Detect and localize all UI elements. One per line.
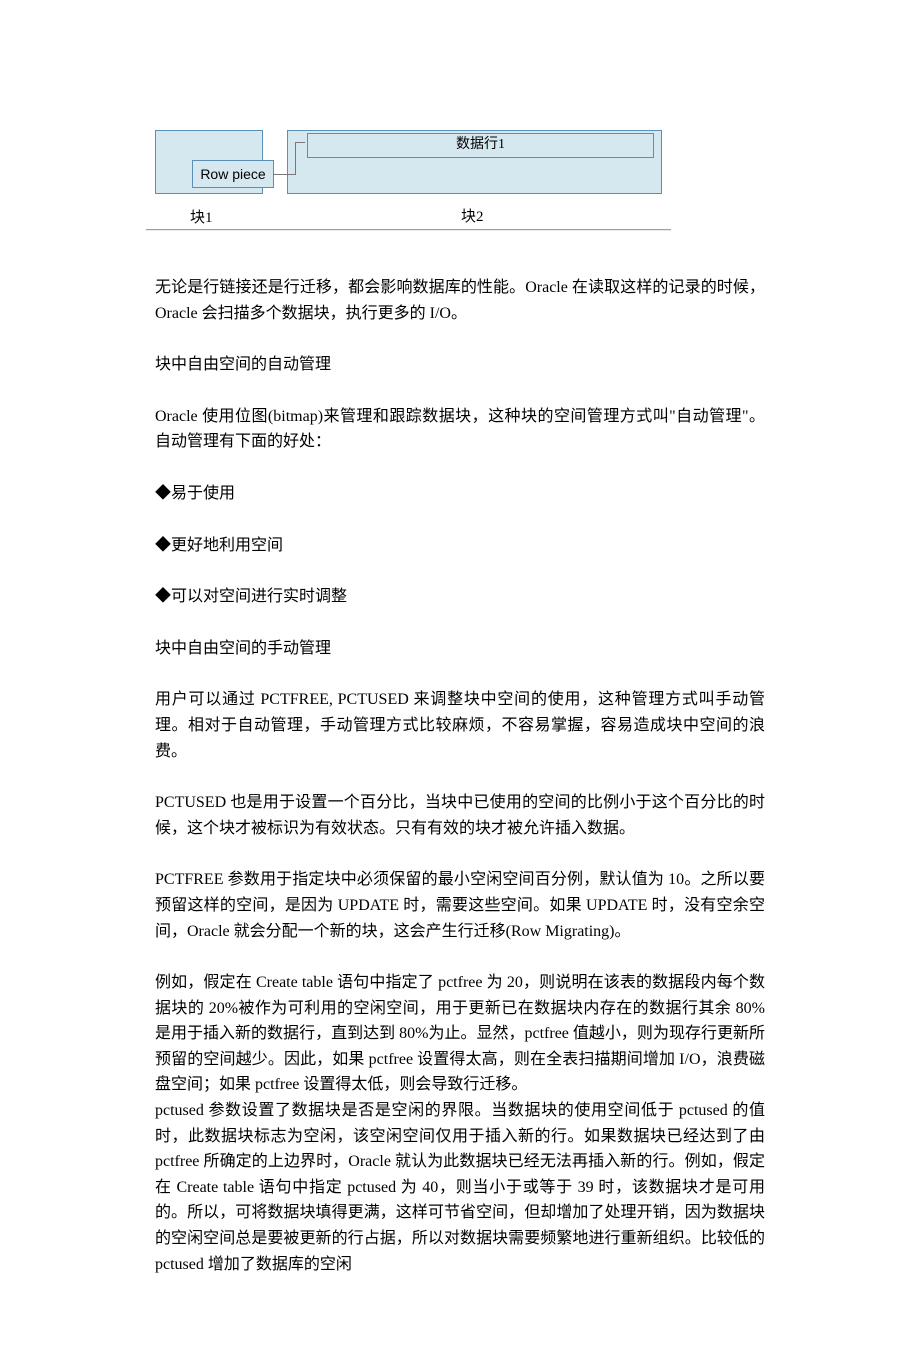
arrow-segment bbox=[295, 142, 305, 143]
bullet-item: ◆可以对空间进行实时调整 bbox=[155, 584, 765, 610]
data-row-box: 数据行1 bbox=[307, 133, 654, 158]
diagram-divider bbox=[146, 229, 671, 230]
arrow-segment bbox=[273, 174, 295, 175]
paragraph: pctused 参数设置了数据块是否是空闲的界限。当数据块的使用空间低于 pct… bbox=[155, 1098, 765, 1277]
arrow-segment bbox=[295, 142, 296, 175]
block1-label: 块1 bbox=[190, 206, 213, 230]
paragraph: 例如，假定在 Create table 语句中指定了 pctfree 为 20，… bbox=[155, 970, 765, 1098]
section-heading: 块中自由空间的自动管理 bbox=[155, 352, 765, 378]
bullet-item: ◆更好地利用空间 bbox=[155, 533, 765, 559]
row-migration-diagram: 数据行1 Row piece 块1 块2 bbox=[155, 130, 685, 250]
block2-label: 块2 bbox=[461, 205, 484, 229]
bullet-item: ◆易于使用 bbox=[155, 481, 765, 507]
paragraph: PCTFREE 参数用于指定块中必须保留的最小空闲空间百分例，默认值为 10。之… bbox=[155, 867, 765, 944]
paragraph: PCTUSED 也是用于设置一个百分比，当块中已使用的空间的比例小于这个百分比的… bbox=[155, 790, 765, 841]
paragraph: 用户可以通过 PCTFREE, PCTUSED 来调整块中空间的使用，这种管理方… bbox=[155, 687, 765, 764]
section-heading: 块中自由空间的手动管理 bbox=[155, 636, 765, 662]
paragraph: 无论是行链接还是行迁移，都会影响数据库的性能。Oracle 在读取这样的记录的时… bbox=[155, 275, 765, 326]
paragraph: Oracle 使用位图(bitmap)来管理和跟踪数据块，这种块的空间管理方式叫… bbox=[155, 404, 765, 455]
row-piece-box: Row piece bbox=[192, 160, 274, 188]
